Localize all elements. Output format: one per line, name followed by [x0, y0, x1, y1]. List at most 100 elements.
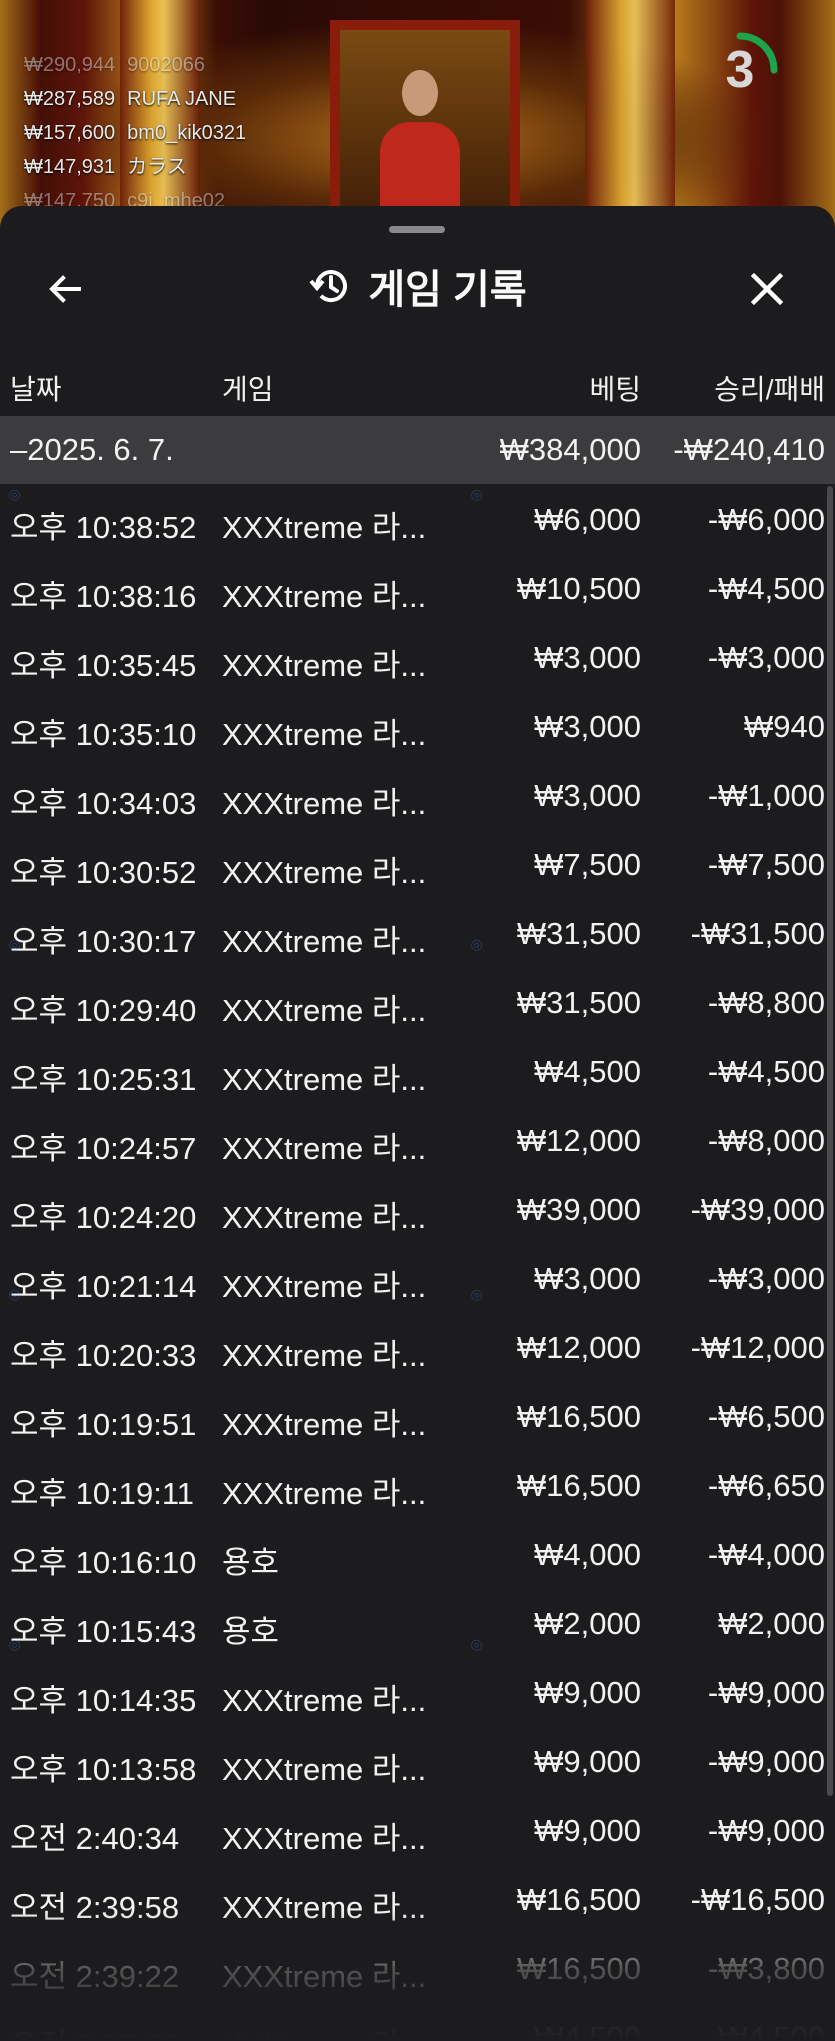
row-result: -₩16,500	[690, 1882, 825, 1917]
row-game: XXXtreme 라...	[222, 1407, 427, 1442]
row-result: -₩4,500	[707, 2020, 825, 2041]
row-bet: ₩39,000	[516, 1192, 641, 1227]
row-game: XXXtreme 라...	[222, 2020, 426, 2041]
game-history-sheet: 게임 기록 날짜 게임 베팅 승리/패배 –2025. 6. 7. ₩384,0…	[0, 206, 835, 2041]
countdown-number: 3	[725, 41, 755, 99]
decor-pillar	[585, 0, 675, 230]
row-time: 오전 2:39:22	[10, 1959, 180, 1994]
row-time: 오후 10:38:16	[10, 579, 197, 614]
row-bet: ₩10,500	[516, 571, 641, 606]
date-group-row[interactable]: –2025. 6. 7. ₩384,000 -₩240,410	[0, 416, 835, 484]
history-row[interactable]: 오후 10:15:43 용호 ₩2,000 ₩2,000	[0, 1588, 835, 1657]
history-row[interactable]: 오후 10:25:31 XXXtreme 라... ₩4,500 -₩4,500	[0, 1036, 835, 1105]
row-result: -₩8,000	[707, 1123, 825, 1158]
row-time: 오후 10:35:10	[10, 717, 197, 752]
history-row[interactable]: 오전 2:39:58 XXXtreme 라... ₩16,500 -₩16,50…	[0, 1864, 835, 1933]
row-game: XXXtreme 라...	[222, 924, 427, 959]
history-row[interactable]: 오후 10:30:17 XXXtreme 라... ₩31,500 -₩31,5…	[0, 898, 835, 967]
row-game: XXXtreme 라...	[222, 1752, 427, 1787]
row-result: -₩9,000	[707, 1675, 825, 1710]
history-row[interactable]: 오후 10:21:14 XXXtreme 라... ₩3,000 -₩3,000	[0, 1243, 835, 1312]
history-row[interactable]: 오후 10:16:10 용호 ₩4,000 -₩4,000	[0, 1519, 835, 1588]
row-time: 오전 2:39:58	[10, 1890, 180, 1925]
row-result: -₩4,000	[707, 1537, 825, 1572]
row-time: 오후 10:29:40	[10, 993, 197, 1028]
row-game: XXXtreme 라...	[222, 1269, 427, 1304]
row-bet: ₩3,000	[534, 709, 641, 744]
row-bet: ₩31,500	[516, 916, 641, 951]
row-game: XXXtreme 라...	[222, 1200, 427, 1235]
history-row[interactable]: 오전 2:39:22 XXXtreme 라... ₩16,500 -₩3,800	[0, 1933, 835, 2002]
history-row[interactable]: 오후 10:24:57 XXXtreme 라... ₩12,000 -₩8,00…	[0, 1105, 835, 1174]
history-row[interactable]: 오후 10:20:33 XXXtreme 라... ₩12,000 -₩12,0…	[0, 1312, 835, 1381]
column-header-bet: 베팅	[589, 374, 641, 405]
leaderboard-name: 9002066	[127, 54, 206, 76]
history-row[interactable]: 오후 10:38:16 XXXtreme 라... ₩10,500 -₩4,50…	[0, 553, 835, 622]
history-row[interactable]: 오전 2:37:03 XXXtreme 라... ₩4,500 -₩4,500	[0, 2002, 835, 2041]
row-time: 오후 10:15:43	[10, 1614, 197, 1649]
leaderboard-name: bm0_kik0321	[127, 122, 247, 144]
row-game: XXXtreme 라...	[222, 579, 427, 614]
row-result: ₩2,000	[718, 1606, 825, 1641]
back-button[interactable]	[40, 264, 90, 314]
row-time: 오후 10:24:57	[10, 1131, 197, 1166]
group-date: –2025. 6. 7.	[10, 432, 174, 467]
leaderboard-amount: ₩157,600	[24, 122, 116, 144]
countdown-timer: 3	[700, 30, 780, 110]
row-time: 오후 10:21:14	[10, 1269, 197, 1304]
row-time: 오후 10:25:31	[10, 1062, 197, 1097]
history-row[interactable]: 오후 10:29:40 XXXtreme 라... ₩31,500 -₩8,80…	[0, 967, 835, 1036]
group-bet-total: ₩384,000	[499, 432, 641, 467]
row-result: -₩3,800	[707, 1951, 825, 1986]
history-row[interactable]: 오후 10:24:20 XXXtreme 라... ₩39,000 -₩39,0…	[0, 1174, 835, 1243]
row-result: -₩4,500	[707, 1054, 825, 1089]
history-row[interactable]: 오후 10:19:51 XXXtreme 라... ₩16,500 -₩6,50…	[0, 1381, 835, 1450]
history-row[interactable]: 오후 10:13:58 XXXtreme 라... ₩9,000 -₩9,000	[0, 1726, 835, 1795]
row-result: -₩7,500	[707, 847, 825, 882]
row-bet: ₩12,000	[516, 1330, 641, 1365]
row-game: XXXtreme 라...	[222, 993, 427, 1028]
row-game: XXXtreme 라...	[222, 648, 427, 683]
history-row[interactable]: 오후 10:34:03 XXXtreme 라... ₩3,000 -₩1,000	[0, 760, 835, 829]
column-header-game: 게임	[222, 374, 274, 405]
scrollbar[interactable]	[827, 486, 833, 1796]
row-game: 용호	[222, 1545, 280, 1580]
history-row[interactable]: 오후 10:30:52 XXXtreme 라... ₩7,500 -₩7,500	[0, 829, 835, 898]
row-bet: ₩16,500	[516, 1399, 641, 1434]
group-result-total: -₩240,410	[673, 432, 825, 467]
history-row[interactable]: 오후 10:38:52 XXXtreme 라... ₩6,000 -₩6,000	[0, 484, 835, 553]
row-bet: ₩12,000	[516, 1123, 641, 1158]
live-game-background: ₩290,944 9002066 ₩287,589 RUFA JANE ₩157,6…	[0, 0, 835, 230]
row-result: -₩8,800	[707, 985, 825, 1020]
row-time: 오후 10:19:11	[10, 1476, 195, 1511]
sheet-title: 게임 기록	[368, 268, 527, 312]
row-game: XXXtreme 라...	[222, 1890, 427, 1925]
sheet-title-group: 게임 기록	[0, 246, 835, 326]
row-time: 오후 10:38:52	[10, 510, 197, 545]
close-button[interactable]	[742, 264, 792, 314]
row-time: 오후 10:16:10	[10, 1545, 197, 1580]
decor-pillar	[780, 0, 835, 230]
history-row[interactable]: 오후 10:19:11 XXXtreme 라... ₩16,500 -₩6,65…	[0, 1450, 835, 1519]
row-time: 오후 10:35:45	[10, 648, 197, 683]
row-game: 용호	[222, 1614, 280, 1649]
row-game: XXXtreme 라...	[222, 510, 427, 545]
row-game: XXXtreme 라...	[222, 855, 427, 890]
history-row[interactable]: 오후 10:14:35 XXXtreme 라... ₩9,000 -₩9,000	[0, 1657, 835, 1726]
history-row[interactable]: 오전 2:40:34 XXXtreme 라... ₩9,000 -₩9,000	[0, 1795, 835, 1864]
row-bet: ₩16,500	[516, 1468, 641, 1503]
row-game: XXXtreme 라...	[222, 1821, 427, 1856]
row-bet: ₩16,500	[516, 1951, 641, 1986]
row-bet: ₩3,000	[534, 778, 641, 813]
row-game: XXXtreme 라...	[222, 1131, 427, 1166]
row-bet: ₩16,500	[516, 1882, 641, 1917]
row-time: 오후 10:30:52	[10, 855, 197, 890]
sheet-drag-handle[interactable]	[389, 226, 445, 233]
history-row[interactable]: 오후 10:35:45 XXXtreme 라... ₩3,000 -₩3,000	[0, 622, 835, 691]
row-time: 오후 10:14:35	[10, 1683, 197, 1718]
row-bet: ₩2,000	[534, 1606, 641, 1641]
winners-leaderboard: ₩290,944 9002066 ₩287,589 RUFA JANE ₩157,6…	[24, 48, 246, 218]
row-bet: ₩3,000	[534, 640, 641, 675]
row-game: XXXtreme 라...	[222, 1338, 427, 1373]
history-row[interactable]: 오후 10:35:10 XXXtreme 라... ₩3,000 ₩940	[0, 691, 835, 760]
